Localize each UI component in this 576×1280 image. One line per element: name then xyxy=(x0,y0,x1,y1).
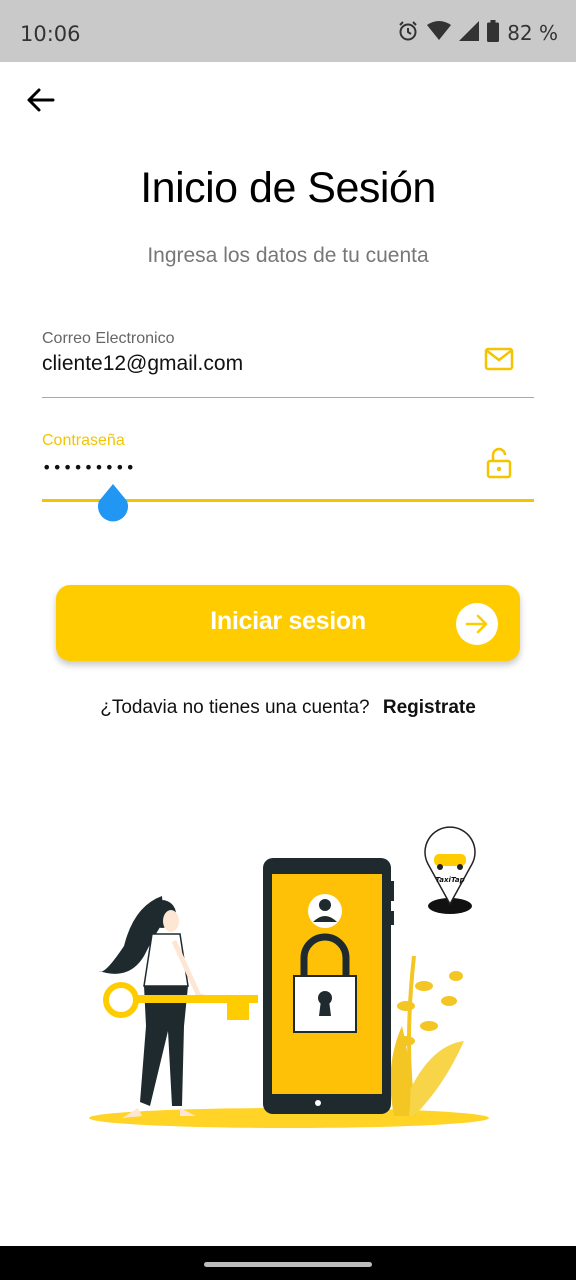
login-button-label: Iniciar sesion xyxy=(210,607,366,635)
phone-graphic xyxy=(263,858,394,1114)
arrow-right-circle-icon xyxy=(456,603,498,645)
person-graphic xyxy=(99,896,258,1118)
text-cursor-handle[interactable] xyxy=(96,484,130,522)
status-time: 10:06 xyxy=(20,22,81,46)
home-indicator[interactable] xyxy=(204,1262,372,1267)
email-field-label: Correo Electronico xyxy=(42,330,175,347)
wifi-icon xyxy=(427,20,452,46)
page-title: Inicio de Sesión xyxy=(140,164,436,212)
battery-percentage: 82 % xyxy=(507,21,558,45)
password-field-label: Contraseña xyxy=(42,432,125,449)
password-input[interactable]: ••••••••• xyxy=(42,458,462,477)
login-button[interactable]: Iniciar sesion xyxy=(56,585,520,661)
register-prompt: ¿Todavia no tienes una cuenta? xyxy=(100,697,370,718)
email-field[interactable]: Correo Electronico xyxy=(42,330,534,398)
page-subtitle: Ingresa los datos de tu cuenta xyxy=(147,244,429,267)
register-row: ¿Todavia no tienes una cuenta? Registrat… xyxy=(0,697,576,719)
plant-decoration xyxy=(390,955,464,1117)
navigation-bar xyxy=(0,1246,576,1280)
unlock-icon[interactable] xyxy=(482,446,516,480)
status-bar: 10:06 82 % xyxy=(0,0,576,62)
location-pin-graphic xyxy=(424,826,476,914)
mail-icon xyxy=(482,342,516,376)
back-button[interactable] xyxy=(20,82,60,122)
back-arrow-icon xyxy=(25,87,55,118)
taxitap-logo-text: TaxiTap xyxy=(435,876,464,884)
status-icons: 82 % xyxy=(397,19,558,47)
email-input[interactable] xyxy=(42,352,462,376)
alarm-icon xyxy=(397,20,419,47)
signal-icon xyxy=(459,20,480,46)
register-link[interactable]: Registrate xyxy=(383,697,476,718)
login-illustration: TaxiTap xyxy=(84,826,494,1136)
battery-icon xyxy=(487,19,500,47)
